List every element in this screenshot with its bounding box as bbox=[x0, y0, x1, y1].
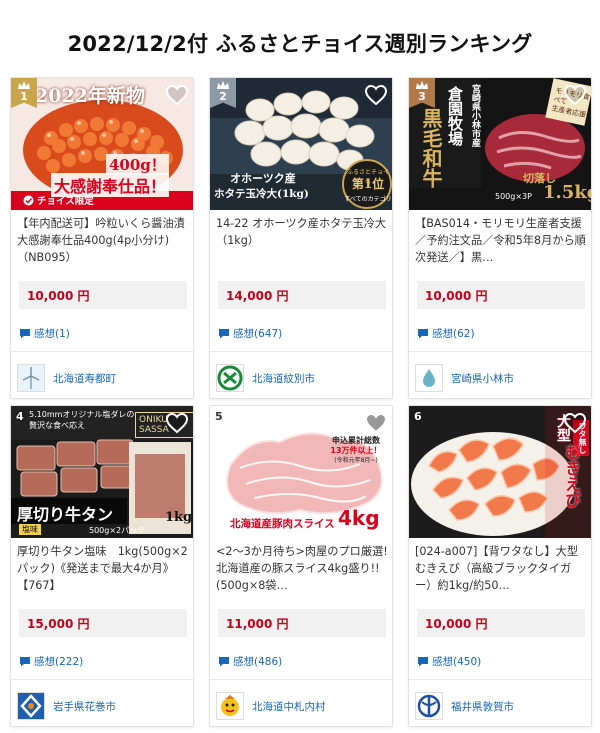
favorite-heart-icon[interactable] bbox=[563, 84, 587, 106]
ranking-card-6[interactable]: 6 ワタ無し 大型 むきえび [024-a007]【背ワタなし】大型むきえび（高… bbox=[408, 405, 592, 727]
review-link[interactable]: 感想(1) bbox=[19, 325, 70, 341]
municipality-link[interactable]: 北海道紋別市 bbox=[216, 363, 315, 393]
price: 11,000 円 bbox=[218, 609, 386, 637]
crown-icon bbox=[416, 81, 428, 89]
speech-bubble-icon bbox=[418, 328, 428, 338]
municipality-name: 岩手県花巻市 bbox=[53, 700, 116, 713]
overlay-weight: 1.5kg bbox=[543, 182, 591, 203]
overlay-flavor: 塩味 bbox=[19, 524, 41, 535]
ranking-card-2[interactable]: 2 オホーツク産 ホタテ玉冷大(1kg) ふるさとチョイス 第1位 すべてのカテ… bbox=[209, 77, 393, 399]
overlay-badge-main: 第1位 bbox=[351, 177, 385, 191]
product-title[interactable]: 14-22 オホーツク産ホタテ玉冷大（1kg） bbox=[216, 215, 388, 249]
overlay-main: 厚切り牛タン bbox=[17, 505, 114, 524]
municipality-name: 宮崎県小林市 bbox=[451, 372, 514, 385]
municipality-link[interactable]: 宮崎県小林市 bbox=[415, 363, 514, 393]
water-drop-icon bbox=[415, 364, 443, 392]
municipality-name: 福井県敦賀市 bbox=[451, 700, 514, 713]
municipality-link[interactable]: 岩手県花巻市 bbox=[17, 691, 116, 721]
speech-bubble-icon bbox=[20, 656, 30, 666]
municipality-name: 北海道紋別市 bbox=[252, 372, 315, 385]
hanamaki-emblem-icon bbox=[17, 692, 45, 720]
overlay-wagyu: 黒毛和牛 bbox=[419, 108, 443, 188]
price: 10,000 円 bbox=[19, 281, 187, 309]
product-title[interactable]: 【年内配送可】吟粒いくら醤油漬 大感謝奉仕品400g(4p小分け)（NB095） bbox=[17, 215, 189, 266]
product-title[interactable]: [024-a007]【背ワタなし】大型むきえび（高級ブラックタイガー）約1kg/… bbox=[415, 543, 587, 594]
favorite-heart-icon[interactable] bbox=[165, 412, 189, 434]
product-image[interactable]: 3 宮崎県小林市産 倉園牧場 黒毛和牛 モリモリ食べて 生産者応援 切落し 500… bbox=[409, 78, 591, 210]
overlay-main: 北海道産豚肉スライス bbox=[230, 518, 335, 530]
divider bbox=[11, 351, 193, 352]
wind-turbine-icon bbox=[17, 364, 45, 392]
monbetsu-emblem-icon bbox=[216, 364, 244, 392]
overlay-farm: 倉園牧場 bbox=[446, 86, 464, 146]
divider bbox=[409, 679, 591, 680]
favorite-heart-icon[interactable] bbox=[364, 84, 388, 106]
crown-icon bbox=[18, 81, 30, 89]
speech-bubble-icon bbox=[20, 328, 30, 338]
review-link[interactable]: 感想(62) bbox=[417, 325, 475, 341]
review-link[interactable]: 感想(486) bbox=[218, 653, 282, 669]
overlay-top: 2022年新物 bbox=[35, 85, 145, 107]
municipality-link[interactable]: 福井県敦賀市 bbox=[415, 691, 514, 721]
tsuruga-emblem-icon bbox=[415, 692, 443, 720]
review-link[interactable]: 感想(450) bbox=[417, 653, 481, 669]
municipality-link[interactable]: 北海道中札内村 bbox=[216, 691, 326, 721]
mascot-icon bbox=[216, 692, 244, 720]
divider bbox=[210, 351, 392, 352]
municipality-name: 北海道寿都町 bbox=[53, 372, 116, 385]
ranking-card-1[interactable]: 1 2022年新物 400g！ 大感謝奉仕品！ チョイス限定 【年内配送可】吟粒… bbox=[10, 77, 194, 399]
price: 15,000 円 bbox=[19, 609, 187, 637]
overlay-weight: 4kg bbox=[338, 506, 380, 530]
rank-badge: 6 bbox=[414, 410, 422, 423]
choice-limited-badge: チョイス限定 bbox=[23, 193, 94, 207]
ranking-card-5[interactable]: 5 申込累計総数 13万件以上！ (令和元年8月~) 北海道産豚肉スライス 4k… bbox=[209, 405, 393, 727]
municipality-link[interactable]: 北海道寿都町 bbox=[17, 363, 116, 393]
price: 10,000 円 bbox=[417, 281, 585, 309]
speech-bubble-icon bbox=[219, 656, 229, 666]
overlay-badge-sub: すべてのカテゴリ bbox=[344, 196, 392, 203]
ranking-card-3[interactable]: 3 宮崎県小林市産 倉園牧場 黒毛和牛 モリモリ食べて 生産者応援 切落し 500… bbox=[408, 77, 592, 399]
overlay-main-2: むきえび bbox=[562, 444, 581, 508]
ranking-card-4[interactable]: 4 5.10mmオリジナル塩ダレの 贅沢な食べ応え 厚切り牛タン 塩味 ONIKU… bbox=[10, 405, 194, 727]
rank-badge: 4 bbox=[16, 410, 24, 423]
favorite-heart-icon[interactable] bbox=[563, 412, 587, 434]
overlay-note: 申込累計総数 13万件以上！ (令和元年8月~) bbox=[330, 436, 382, 464]
speech-bubble-icon bbox=[418, 656, 428, 666]
divider bbox=[11, 679, 193, 680]
favorite-heart-icon[interactable] bbox=[165, 84, 189, 106]
review-link[interactable]: 感想(222) bbox=[19, 653, 83, 669]
product-image[interactable]: 4 5.10mmオリジナル塩ダレの 贅沢な食べ応え 厚切り牛タン 塩味 ONIKU… bbox=[11, 406, 193, 538]
ranking-grid: 1 2022年新物 400g！ 大感謝奉仕品！ チョイス限定 【年内配送可】吟粒… bbox=[0, 0, 600, 733]
product-image[interactable]: 6 ワタ無し 大型 むきえび bbox=[409, 406, 591, 538]
overlay-weight: 1kg bbox=[165, 510, 193, 525]
product-image[interactable]: 2 オホーツク産 ホタテ玉冷大(1kg) ふるさとチョイス 第1位 すべてのカテ… bbox=[210, 78, 392, 210]
overlay-pack: 500g×2パック bbox=[89, 526, 146, 535]
review-link[interactable]: 感想(647) bbox=[218, 325, 282, 341]
overlay-pack: 500g×3P bbox=[495, 192, 532, 201]
overlay-origin: 宮崎県小林市産 bbox=[470, 84, 480, 147]
product-title[interactable]: <2～3か月待ち>肉屋のプロ厳選!北海道産の豚スライス4kg盛り!!(500g×… bbox=[216, 543, 388, 594]
overlay-weight: 400g！ bbox=[106, 154, 169, 175]
favorite-heart-icon[interactable] bbox=[364, 412, 388, 434]
product-title[interactable]: 【BAS014・モリモリ生産者支援／予約注文品／令和5年8月から順次発送／】黒… bbox=[415, 215, 587, 266]
product-title[interactable]: 厚切り牛タン塩味 1kg(500g×2パック)《発送まで最大4か月》【767】 bbox=[17, 543, 189, 594]
overlay-tagline: 5.10mmオリジナル塩ダレの 贅沢な食べ応え bbox=[29, 410, 135, 430]
overlay-origin: オホーツク産 bbox=[230, 172, 296, 185]
product-image[interactable]: 1 2022年新物 400g！ 大感謝奉仕品！ チョイス限定 bbox=[11, 78, 193, 210]
overlay-product: ホタテ玉冷大(1kg) bbox=[214, 188, 309, 200]
speech-bubble-icon bbox=[219, 328, 229, 338]
crown-icon bbox=[217, 81, 229, 89]
divider bbox=[409, 351, 591, 352]
check-circle-icon bbox=[23, 195, 34, 205]
product-image[interactable]: 5 申込累計総数 13万件以上！ (令和元年8月~) 北海道産豚肉スライス 4k… bbox=[210, 406, 392, 538]
divider bbox=[210, 679, 392, 680]
rank-badge: 5 bbox=[215, 410, 223, 423]
municipality-name: 北海道中札内村 bbox=[252, 700, 326, 713]
price: 10,000 円 bbox=[417, 609, 585, 637]
price: 14,000 円 bbox=[218, 281, 386, 309]
